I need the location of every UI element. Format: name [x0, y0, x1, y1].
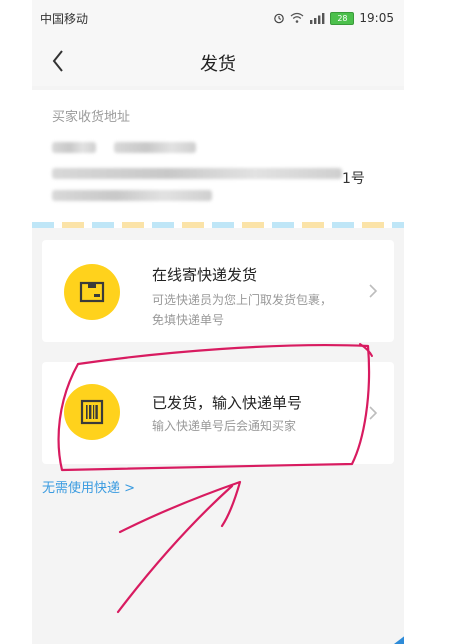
online-express-desc: 可选快递员为您上门取发货包裹， 免填快递单号: [152, 290, 372, 330]
corner-decoration: [394, 636, 404, 644]
barcode-icon: [80, 399, 104, 425]
battery-icon: 28: [330, 11, 355, 25]
already-shipped-desc: 输入快递单号后会通知买家: [152, 419, 297, 433]
envelope-stripe: [32, 222, 404, 228]
blurred-address-line1: [52, 168, 342, 179]
page-title: 发货: [200, 54, 236, 75]
address-label: 买家收货地址: [52, 110, 131, 125]
address-tail-text: 1号: [342, 171, 365, 187]
buyer-address-card: 买家收货地址 1号: [32, 90, 404, 226]
phone-screen: 中国移动 28 19:05 发货 买家收货地址 1号 在线寄快递发货 可选快递员…: [32, 0, 404, 644]
online-express-option[interactable]: 在线寄快递发货 可选快递员为您上门取发货包裹， 免填快递单号: [42, 240, 394, 342]
package-box-icon: [79, 281, 105, 303]
already-shipped-option[interactable]: 已发货，输入快递单号 输入快递单号后会通知买家: [42, 362, 394, 464]
status-time: 19:05: [359, 11, 394, 25]
carrier-name: 中国移动: [40, 11, 89, 26]
already-shipped-title: 已发货，输入快递单号: [152, 394, 303, 412]
online-express-desc-line1: 可选快递员为您上门取发货包裹，: [152, 293, 333, 307]
nav-bar: 发货: [32, 36, 404, 86]
already-shipped-icon-bg: [64, 384, 120, 440]
status-icons: 28 19:05: [273, 11, 394, 25]
online-express-title: 在线寄快递发货: [152, 266, 258, 284]
blurred-address-line2: [52, 190, 212, 201]
blurred-name: [52, 142, 96, 153]
chevron-right-icon: [369, 406, 378, 420]
signal-icon: [310, 13, 325, 24]
no-express-link[interactable]: 无需使用快递 >: [42, 477, 135, 496]
chevron-right-icon: [369, 284, 378, 298]
blurred-phone: [114, 142, 196, 153]
status-bar: 中国移动 28 19:05: [32, 0, 404, 36]
wifi-icon: [290, 12, 304, 23]
online-express-icon-bg: [64, 264, 120, 320]
online-express-desc-line2: 免填快递单号: [152, 313, 225, 327]
alarm-icon: [274, 13, 285, 24]
